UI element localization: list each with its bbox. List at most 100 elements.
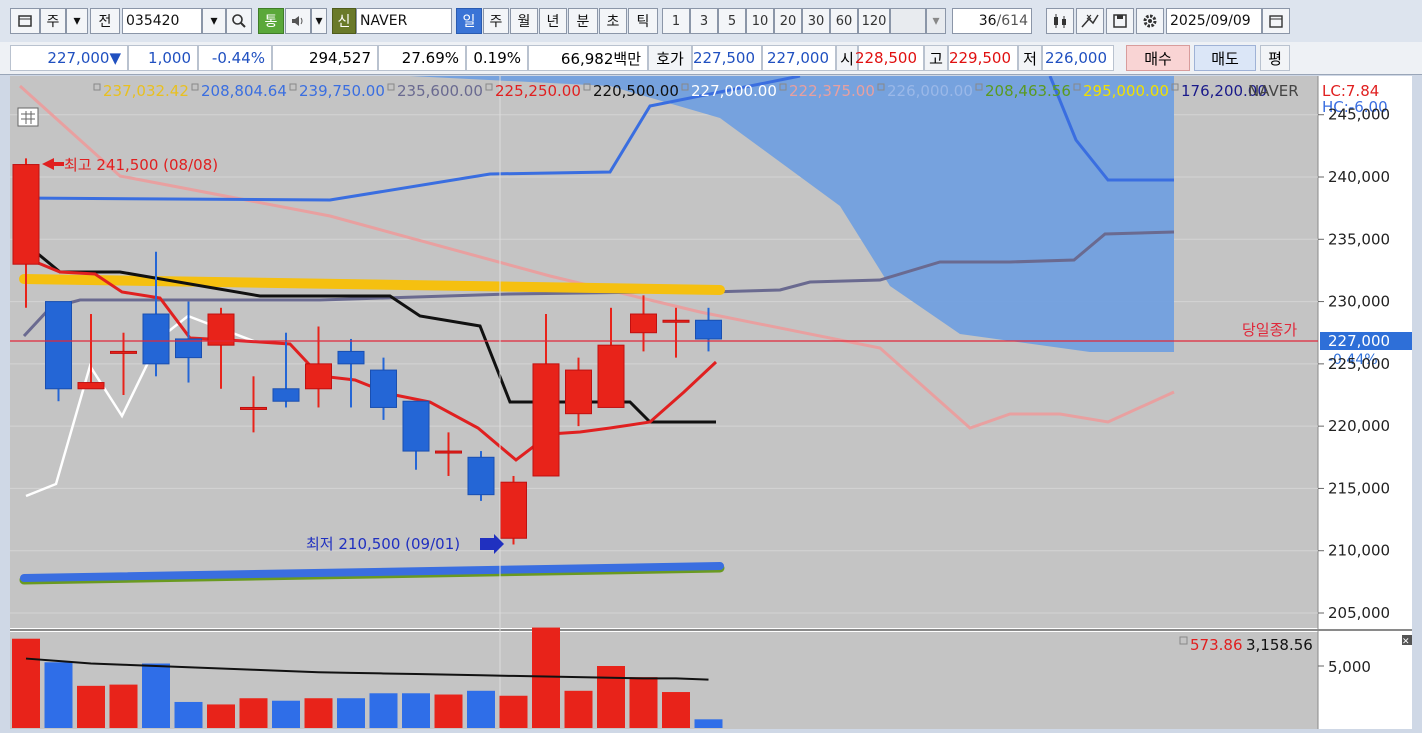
grid-toggle-icon[interactable] — [17, 107, 39, 127]
date-input[interactable]: 2025/09/09 — [1166, 8, 1262, 34]
low-label: 저 — [1018, 45, 1042, 71]
volume-bar[interactable] — [44, 662, 73, 728]
period-week-tab[interactable]: 주 — [483, 8, 509, 34]
candle-body — [240, 406, 267, 410]
open-price: 228,500 — [855, 45, 924, 71]
sell-button[interactable]: 매도 — [1194, 45, 1256, 71]
calendar-icon[interactable] — [1262, 8, 1290, 34]
high-label: 고 — [924, 45, 948, 71]
legend-value: 208,804.64 — [201, 82, 287, 100]
volume-bar[interactable] — [564, 690, 593, 728]
volume-bar[interactable] — [12, 638, 40, 728]
gear-icon[interactable] — [1136, 8, 1164, 34]
trade-amount: 66,982백만 — [528, 45, 648, 71]
step-30-button[interactable]: 30 — [802, 8, 830, 34]
candle[interactable] — [500, 475, 527, 545]
data-count-field[interactable]: 36/614 — [952, 8, 1032, 34]
candle[interactable] — [467, 451, 495, 501]
volume-tick-label: 5,000 — [1328, 658, 1371, 676]
candle-body — [142, 313, 170, 365]
legend-value: 220,500.00 — [593, 82, 679, 100]
count-total: /614 — [996, 13, 1028, 29]
y-tick-label: 235,000 — [1328, 230, 1390, 248]
speaker-icon[interactable] — [285, 8, 311, 34]
volume-bar[interactable] — [532, 627, 560, 728]
search-icon[interactable] — [226, 8, 252, 34]
candle-body — [662, 319, 690, 323]
window-icon[interactable] — [10, 8, 40, 34]
volume-bar[interactable] — [174, 701, 203, 728]
step-20-button[interactable]: 20 — [774, 8, 802, 34]
period-minute-tab[interactable]: 분 — [568, 8, 598, 34]
step-3-button[interactable]: 3 — [690, 8, 718, 34]
period-year-tab[interactable]: 년 — [539, 8, 567, 34]
volume-bar[interactable] — [239, 698, 268, 728]
volume-bar[interactable] — [109, 684, 138, 728]
period-tick-tab[interactable]: 틱 — [628, 8, 658, 34]
candle-body — [630, 313, 657, 334]
eval-button[interactable]: 평 — [1260, 45, 1290, 71]
save-icon[interactable] — [1106, 8, 1134, 34]
price-chart: 237,032.42 208,804.64 239,750.00 235,600.00… — [10, 76, 1413, 729]
volume-legend-v2: 3,158.56 — [1246, 636, 1313, 654]
stock-code-input[interactable]: 035420 — [122, 8, 202, 34]
prev-button[interactable]: 전 — [90, 8, 120, 34]
y-tick-label: 215,000 — [1328, 479, 1390, 497]
step-120-button[interactable]: 120 — [858, 8, 890, 34]
shin-button[interactable]: 신 — [332, 8, 356, 34]
y-tick-label: 220,000 — [1328, 417, 1390, 435]
step-1-button[interactable]: 1 — [662, 8, 690, 34]
legend-value: 208,463.56 — [985, 82, 1071, 100]
legend-value: 235,600.00 — [397, 82, 483, 100]
code-dropdown-icon[interactable]: ▾ — [202, 8, 226, 34]
volume-bar[interactable] — [207, 704, 235, 728]
step-5-button[interactable]: 5 — [718, 8, 746, 34]
volume-bar[interactable] — [434, 694, 463, 728]
volume-bar[interactable] — [337, 698, 365, 728]
legend-value: 227,000.00 — [691, 82, 777, 100]
y-tick-label: 230,000 — [1328, 293, 1390, 311]
volume-bar[interactable] — [77, 685, 105, 728]
custom-step-dropdown-icon[interactable]: ▾ — [926, 8, 946, 34]
crosshair-icon[interactable] — [1076, 8, 1104, 34]
period-type-select[interactable]: 주 — [40, 8, 66, 34]
low-price: 226,000 — [1042, 45, 1114, 71]
volume-bar[interactable] — [304, 698, 333, 728]
step-60-button[interactable]: 60 — [830, 8, 858, 34]
volume-ratio-2: 0.19% — [466, 45, 528, 71]
y-tick-label: 225,000 — [1328, 355, 1390, 373]
volume-bar[interactable] — [142, 663, 170, 728]
volume-bar[interactable] — [662, 692, 690, 728]
tong-button[interactable]: 통 — [258, 8, 284, 34]
period-month-tab[interactable]: 월 — [510, 8, 538, 34]
volume-bar[interactable] — [402, 693, 430, 728]
volume-bar[interactable] — [499, 695, 528, 728]
high-marker: 최고 241,500 (08/08) — [42, 156, 218, 174]
volume-bar[interactable] — [629, 677, 658, 728]
volume-bar[interactable] — [694, 719, 723, 728]
chevron-down-icon[interactable]: ▾ — [66, 8, 88, 34]
volume-bar[interactable] — [272, 700, 300, 728]
price-change: 1,000 — [128, 45, 198, 71]
step-10-button[interactable]: 10 — [746, 8, 774, 34]
candle-settings-icon[interactable] — [1046, 8, 1074, 34]
speaker-dropdown-icon[interactable]: ▾ — [311, 8, 327, 34]
toolbar: 주 ▾ 전 035420 ▾ 통 ▾ 신 NAVER 일 주 월 년 분 초 틱… — [0, 0, 1422, 43]
candle-body — [272, 388, 300, 402]
stock-name-field[interactable]: NAVER — [356, 8, 452, 34]
candle[interactable] — [45, 301, 72, 402]
volume-bar[interactable] — [467, 690, 495, 728]
candle-body — [110, 350, 137, 354]
legend-value: 239,750.00 — [299, 82, 385, 100]
period-second-tab[interactable]: 초 — [599, 8, 627, 34]
buy-button[interactable]: 매수 — [1126, 45, 1190, 71]
high-marker-text: 최고 241,500 (08/08) — [64, 156, 218, 174]
hoga-label: 호가 — [648, 45, 692, 71]
volume-bar[interactable] — [597, 666, 625, 728]
chart-area: 237,032.42 208,804.64 239,750.00 235,600.00… — [10, 76, 1413, 729]
custom-step-input[interactable] — [890, 8, 926, 34]
period-day-tab[interactable]: 일 — [456, 8, 482, 34]
candle-body — [305, 363, 332, 390]
volume-bar[interactable] — [369, 693, 398, 728]
trade-volume: 294,527 — [272, 45, 378, 71]
